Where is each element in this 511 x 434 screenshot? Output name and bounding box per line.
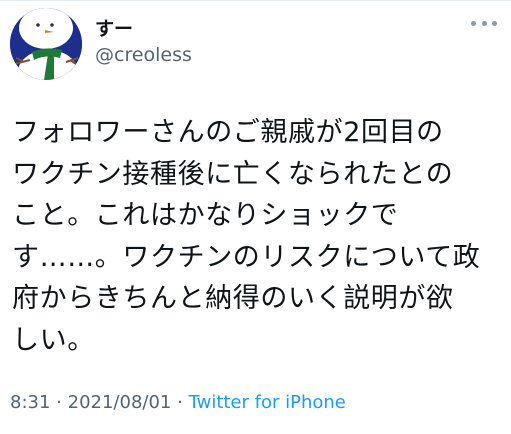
snowman-avatar-icon: [10, 8, 82, 80]
dot: [492, 20, 497, 26]
dot: [471, 20, 476, 26]
tweet-text: フォロワーさんのご親戚が2回目の ワクチン接種後に亡くなられたとの こと。これは…: [12, 112, 502, 361]
tweet-text-line: しい。: [12, 324, 95, 356]
tweet-text-line: フォロワーさんのご親戚が2回目の: [12, 117, 444, 148]
meta-separator: ·: [56, 392, 62, 413]
display-name[interactable]: すー: [95, 14, 133, 41]
tweet-text-line: 府からきちんと納得のいく説明が欲: [12, 283, 454, 314]
tweet-source-link[interactable]: Twitter for iPhone: [189, 392, 346, 413]
tweet-text-line: ワクチン接種後に亡くなられたとの: [12, 158, 454, 190]
top-divider: [0, 0, 511, 1]
tweet-date[interactable]: 2021/08/01: [68, 392, 172, 413]
tweet-time[interactable]: 8:31: [10, 392, 50, 413]
meta-separator: ·: [177, 392, 183, 413]
tweet-meta: 8:31 · 2021/08/01 · Twitter for iPhone: [10, 392, 346, 413]
more-options-icon[interactable]: [471, 16, 497, 30]
tweet-text-line: こと。これはかなりショックで: [12, 200, 399, 231]
user-handle[interactable]: @creoless: [95, 44, 192, 66]
dot: [481, 20, 487, 26]
tweet-card: すー @creoless フォロワーさんのご親戚が2回目の ワクチン接種後に亡く…: [0, 0, 511, 434]
avatar[interactable]: [10, 8, 82, 80]
tweet-text-line: す……。ワクチンのリスクについて政: [12, 241, 481, 273]
